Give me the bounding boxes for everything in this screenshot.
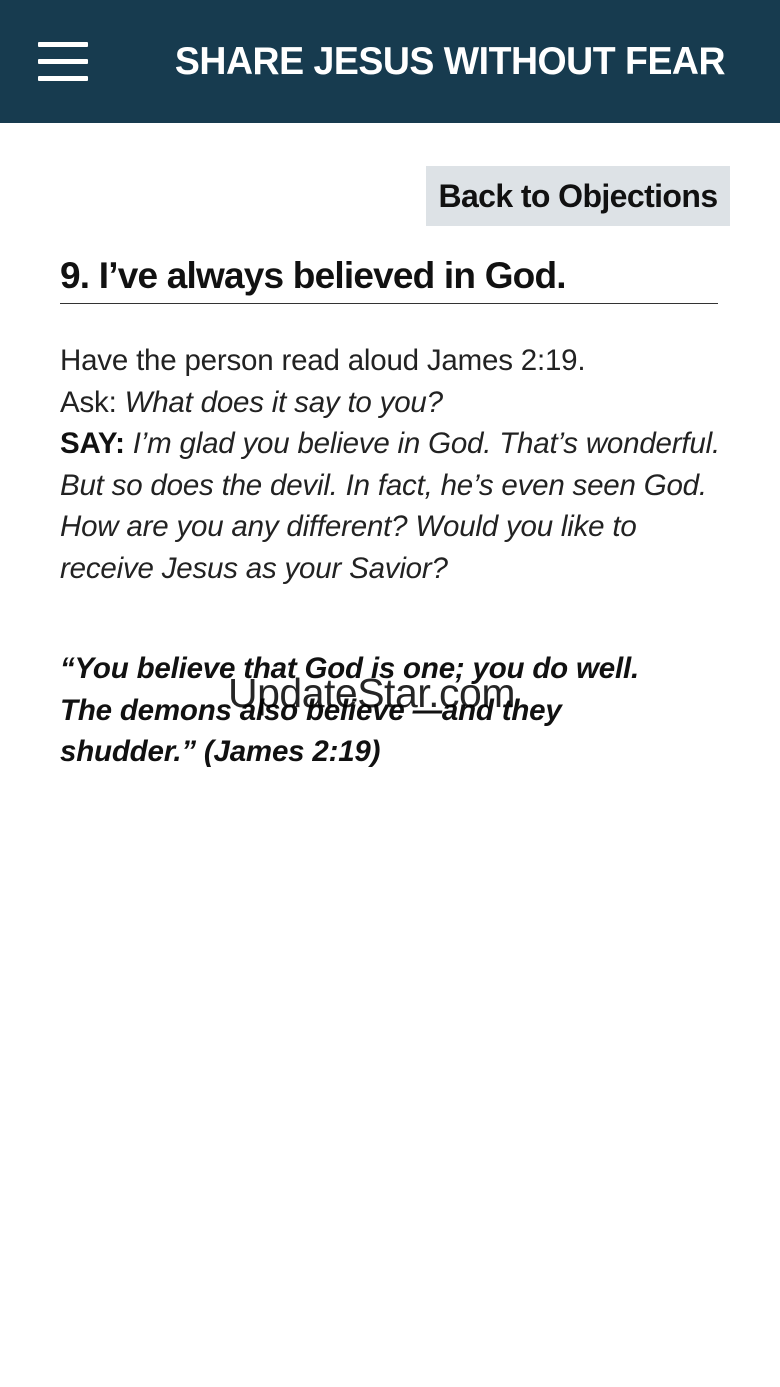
say-label: SAY:	[60, 427, 125, 460]
menu-line	[38, 42, 88, 47]
intro-text: Have the person read aloud James 2:19.	[60, 344, 586, 377]
say-text: I’m glad you believe in God. That’s wond…	[60, 427, 720, 585]
menu-line	[38, 59, 88, 64]
scripture-quote: “You believe that God is one; you do wel…	[60, 652, 639, 768]
back-to-objections-button[interactable]: Back to Objections	[426, 166, 730, 226]
ask-question: What does it say to you?	[124, 385, 443, 419]
response-text: Have the person read aloud James 2:19. A…	[60, 340, 730, 589]
menu-line	[38, 76, 88, 81]
app-title: SHARE JESUS WITHOUT FEAR	[174, 40, 726, 83]
ask-label: Ask:	[60, 385, 125, 419]
top-bar: SHARE JESUS WITHOUT FEAR	[0, 0, 780, 123]
objection-heading: 9. I’ve always believed in God.	[60, 255, 718, 304]
hamburger-menu-icon[interactable]	[38, 42, 88, 82]
